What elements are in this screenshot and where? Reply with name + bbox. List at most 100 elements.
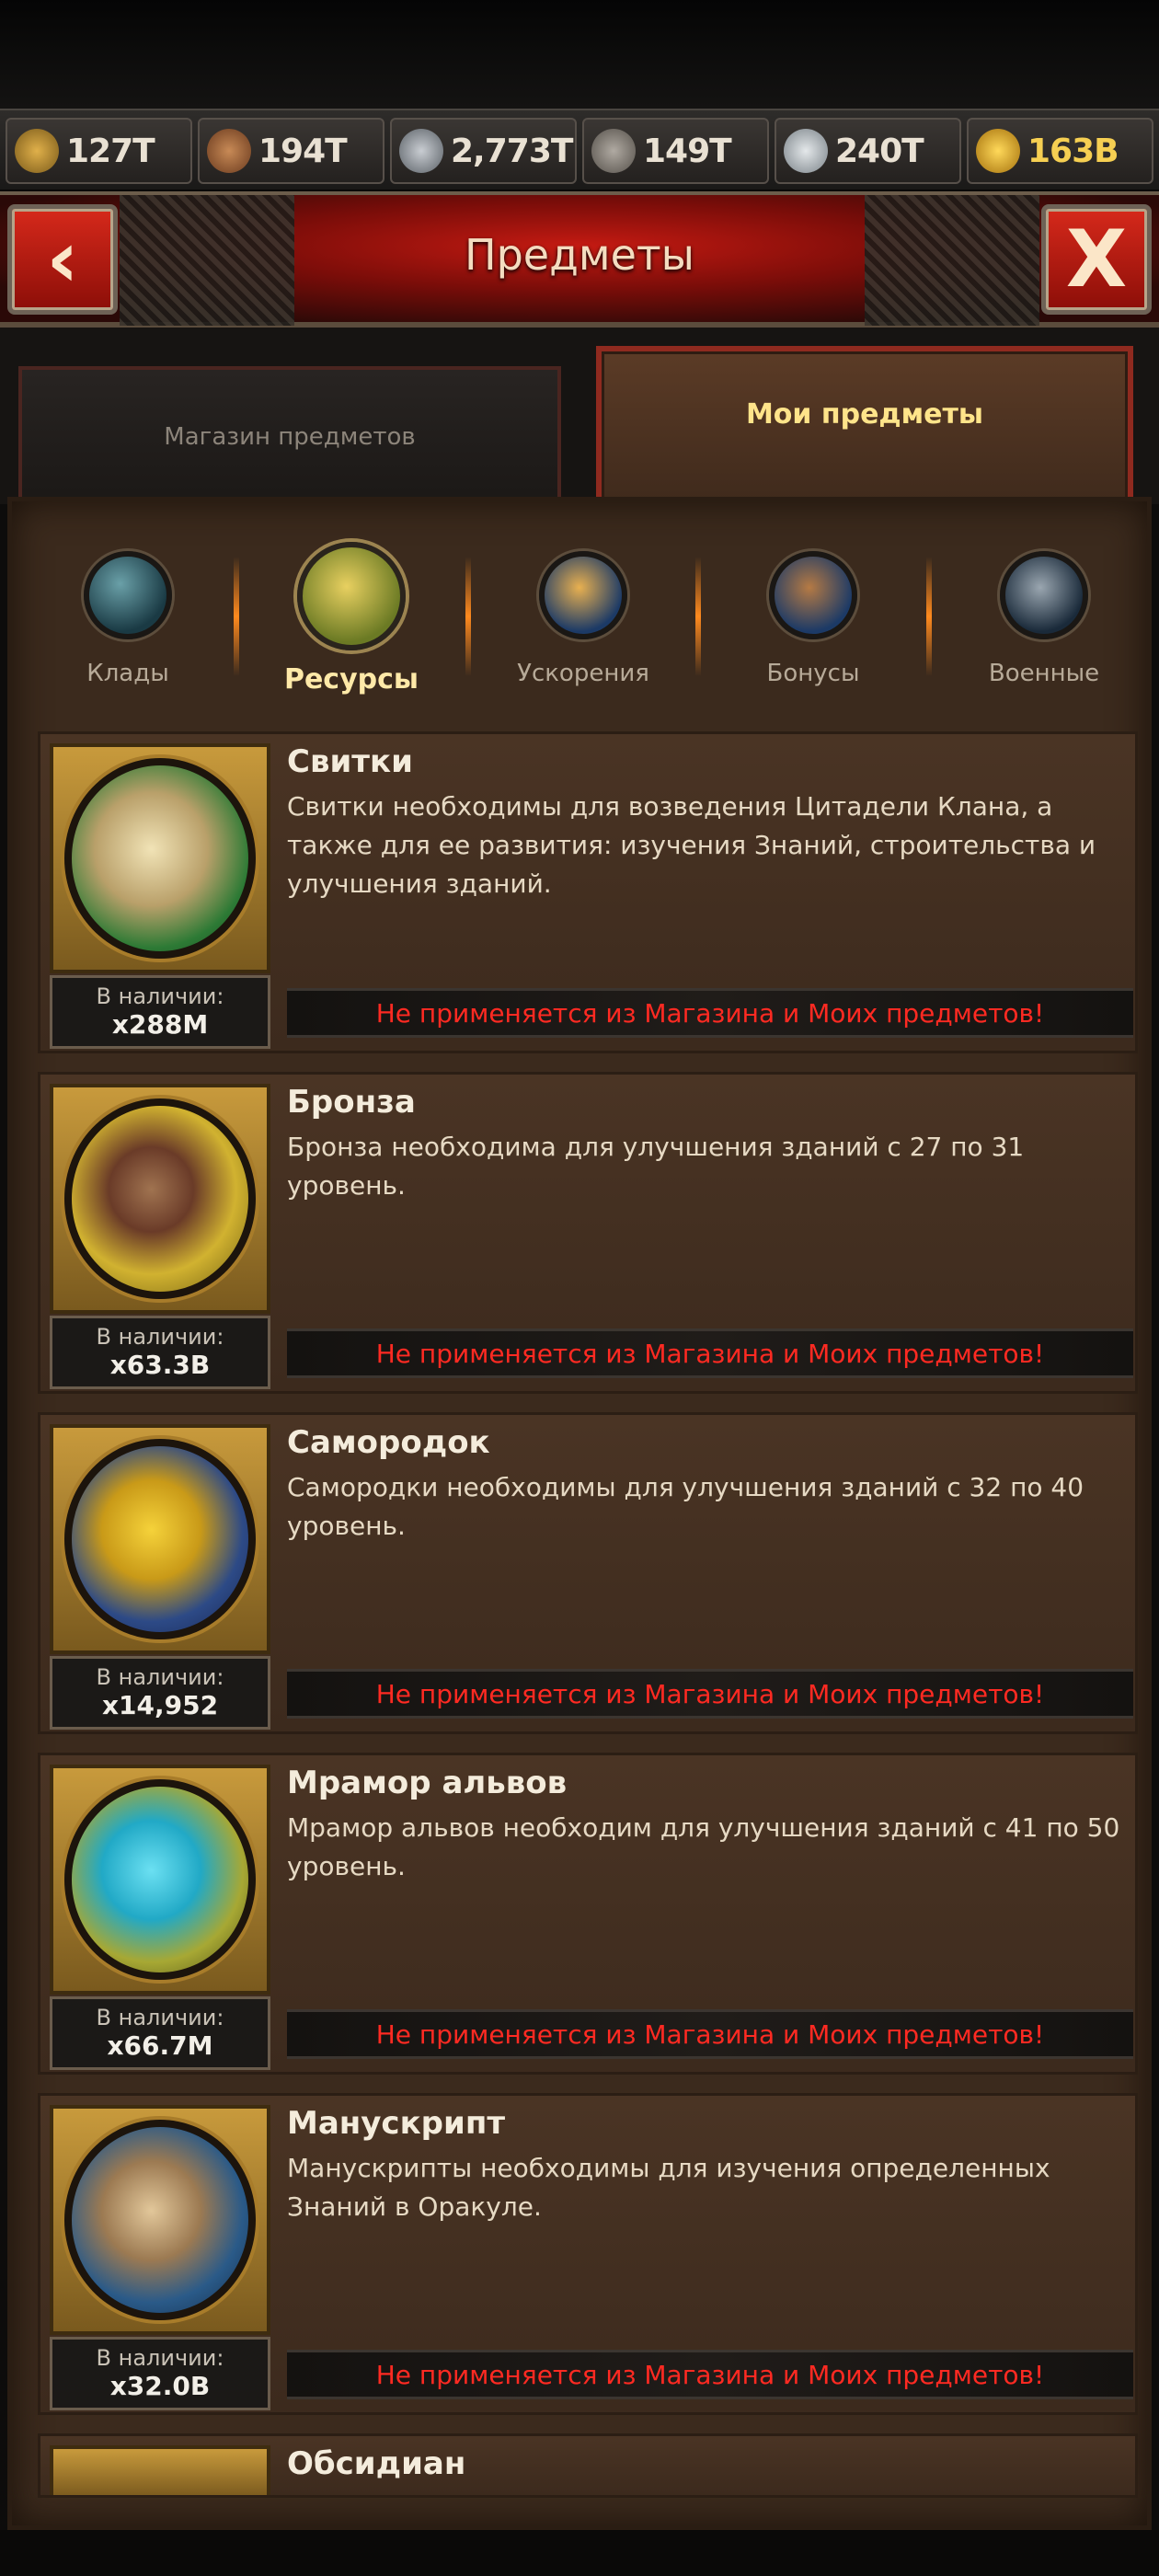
- warning-text: Не применяется из Магазина и Моих предме…: [375, 1338, 1045, 1369]
- resources-icon: [297, 542, 406, 650]
- list-item[interactable]: Обсидиан: [38, 2433, 1138, 2498]
- category-resources[interactable]: Ресурсы: [259, 542, 443, 696]
- resource-value: 149T: [643, 132, 732, 170]
- wheat-icon: [15, 129, 59, 173]
- category-label: Ускорения: [517, 660, 649, 687]
- resource-value: 240T: [835, 132, 924, 170]
- stock-value: x32.0B: [109, 2371, 211, 2401]
- tab-bar: Магазин предметов Мои предметы: [0, 328, 1159, 504]
- resource-gold[interactable]: 163B: [967, 118, 1153, 184]
- category-speedups[interactable]: Ускорения: [491, 551, 675, 687]
- item-name: Самородок: [287, 1424, 490, 1461]
- category-label: Бонусы: [766, 660, 860, 687]
- warning-text: Не применяется из Магазина и Моих предме…: [375, 1678, 1045, 1709]
- resource-value: 2,773T: [451, 132, 573, 170]
- divider: [926, 557, 932, 676]
- header-bar: ‹ Предметы X: [0, 191, 1159, 328]
- list-item[interactable]: В наличии: x66.7M Мрамор альвов Мрамор а…: [38, 1753, 1138, 2075]
- stock-value: x14,952: [101, 1690, 219, 1720]
- close-icon: X: [1065, 213, 1128, 305]
- resource-stone[interactable]: 149T: [582, 118, 769, 184]
- divider: [465, 557, 471, 676]
- category-bonuses[interactable]: Бонусы: [721, 551, 905, 687]
- item-icon-frame: [50, 743, 270, 973]
- stock-value: x63.3B: [109, 1350, 211, 1380]
- swords-icon: [1000, 551, 1088, 639]
- stock-label: В наличии:: [96, 2345, 224, 2371]
- item-name: Бронза: [287, 1084, 416, 1121]
- tab-label: Магазин предметов: [164, 423, 416, 451]
- category-treasures[interactable]: Клады: [36, 551, 220, 687]
- stock-badge: В наличии: x63.3B: [50, 1316, 270, 1389]
- tab-label: Мои предметы: [745, 397, 984, 431]
- warning-text: Не применяется из Магазина и Моих предме…: [375, 2018, 1045, 2050]
- warning-banner: Не применяется из Магазина и Моих предме…: [287, 988, 1133, 1038]
- bronze-hammer-icon: [64, 1098, 256, 1299]
- hourglass-icon: [539, 551, 627, 639]
- warning-banner: Не применяется из Магазина и Моих предме…: [287, 1669, 1133, 1719]
- warning-banner: Не применяется из Магазина и Моих предме…: [287, 2350, 1133, 2399]
- item-icon-frame: [50, 1424, 270, 1654]
- gold-nugget-icon: [64, 1439, 256, 1639]
- list-item[interactable]: В наличии: x14,952 Самородок Самородки н…: [38, 1412, 1138, 1734]
- resource-wheat[interactable]: 127T: [6, 118, 192, 184]
- warning-banner: Не применяется из Магазина и Моих предме…: [287, 2009, 1133, 2059]
- divider: [234, 557, 239, 676]
- navigation-bar-area: [0, 2530, 1159, 2576]
- category-military[interactable]: Военные: [952, 551, 1136, 687]
- item-description: Мрамор альвов необходим для улучшения зд…: [287, 1812, 1120, 1881]
- item-description: Бронза необходима для улучшения зданий с…: [287, 1132, 1025, 1201]
- stock-badge: В наличии: x66.7M: [50, 1996, 270, 2070]
- tab-item-shop[interactable]: Магазин предметов: [18, 366, 561, 504]
- silver-icon: [784, 129, 828, 173]
- bonus-bag-icon: [769, 551, 857, 639]
- item-icon-frame: [50, 2445, 270, 2495]
- resource-silver[interactable]: 240T: [775, 118, 961, 184]
- list-item[interactable]: В наличии: x288M Свитки Свитки необходим…: [38, 731, 1138, 1053]
- item-icon-frame: [50, 1765, 270, 1995]
- stock-label: В наличии:: [96, 983, 224, 1009]
- gold-coin-icon: [976, 129, 1020, 173]
- item-name: Манускрипт: [287, 2105, 506, 2142]
- category-label: Военные: [988, 660, 1100, 687]
- stock-label: В наличии:: [96, 1664, 224, 1690]
- manuscript-icon: [64, 2120, 256, 2320]
- page-title: Предметы: [464, 230, 694, 280]
- resource-iron[interactable]: 2,773T: [390, 118, 577, 184]
- marble-block-icon: [64, 1779, 256, 1980]
- item-icon-frame: [50, 1084, 270, 1314]
- category-label: Клады: [86, 660, 169, 687]
- category-bar: Клады Ресурсы Ускорения Бонусы Военные: [12, 520, 1147, 713]
- stock-badge: В наличии: x288M: [50, 975, 270, 1049]
- close-button[interactable]: X: [1041, 204, 1152, 315]
- category-label: Ресурсы: [283, 663, 419, 696]
- tab-my-items[interactable]: Мои предметы: [596, 346, 1133, 504]
- item-icon-frame: [50, 2105, 270, 2335]
- item-description: Самородки необходимы для улучшения здани…: [287, 1472, 1084, 1541]
- divider: [695, 557, 701, 676]
- status-bar-area: [0, 0, 1159, 109]
- warning-banner: Не применяется из Магазина и Моих предме…: [287, 1328, 1133, 1378]
- stone-icon: [591, 129, 636, 173]
- list-item[interactable]: В наличии: x63.3B Бронза Бронза необходи…: [38, 1072, 1138, 1394]
- iron-ingot-icon: [399, 129, 443, 173]
- resource-value: 194T: [258, 132, 348, 170]
- scroll-icon: [64, 758, 256, 959]
- stock-badge: В наличии: x14,952: [50, 1656, 270, 1730]
- stock-value: x288M: [111, 1009, 209, 1040]
- warning-text: Не применяется из Магазина и Моих предме…: [375, 2359, 1045, 2390]
- resource-bar: 127T 194T 2,773T 149T 240T 163B: [0, 109, 1159, 191]
- item-name: Обсидиан: [287, 2445, 466, 2482]
- wood-icon: [207, 129, 251, 173]
- stock-label: В наличии:: [96, 1324, 224, 1350]
- warning-text: Не применяется из Магазина и Моих предме…: [375, 997, 1045, 1029]
- resource-wood[interactable]: 194T: [198, 118, 384, 184]
- item-description: Манускрипты необходимы для изучения опре…: [287, 2153, 1050, 2222]
- resource-value: 163B: [1027, 132, 1119, 170]
- item-name: Свитки: [287, 743, 413, 780]
- content-panel: Клады Ресурсы Ускорения Бонусы Военные В…: [7, 497, 1152, 2530]
- stock-value: x66.7M: [107, 2030, 213, 2061]
- stock-label: В наличии:: [96, 2005, 224, 2030]
- list-item[interactable]: В наличии: x32.0B Манускрипт Манускрипты…: [38, 2093, 1138, 2415]
- resource-value: 127T: [66, 132, 155, 170]
